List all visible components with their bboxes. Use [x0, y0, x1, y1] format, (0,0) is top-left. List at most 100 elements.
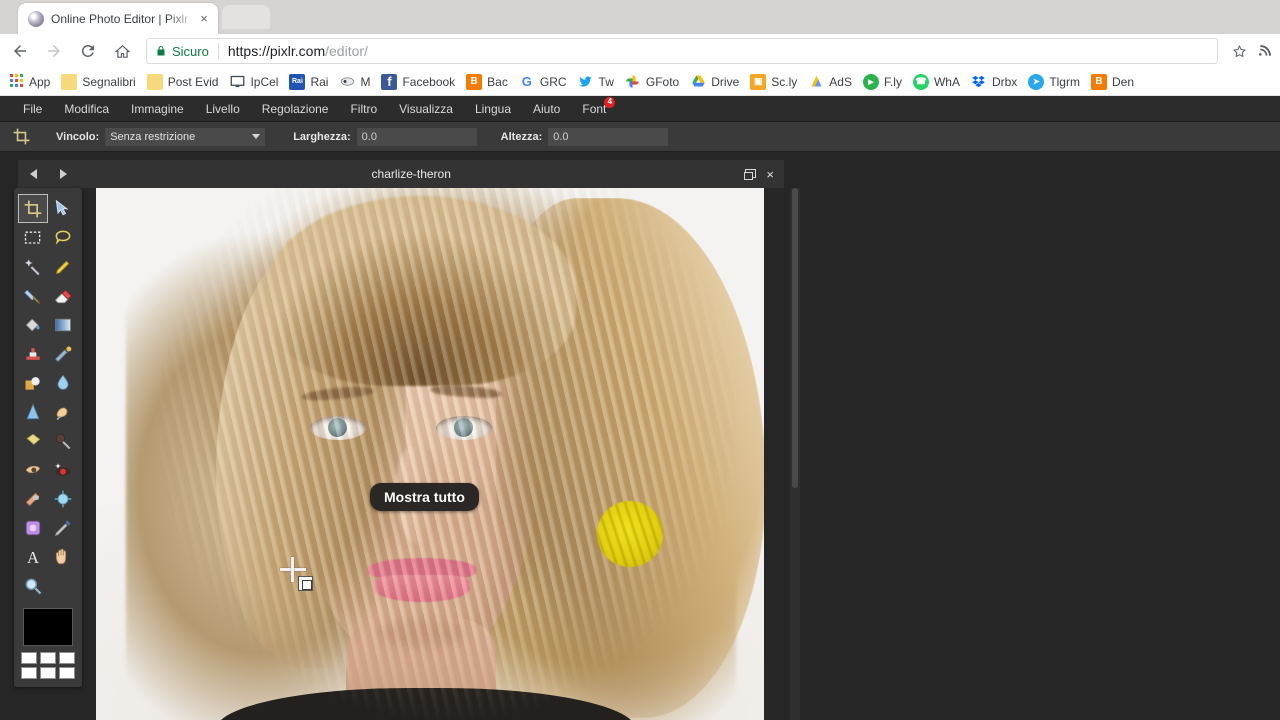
recent-color-4[interactable] — [21, 667, 37, 679]
bookmark-item-bac[interactable]: B Bac — [466, 73, 508, 90]
address-bar[interactable]: Sicuro https://pixlr.com/editor/ — [146, 38, 1218, 64]
menu-item-file[interactable]: File — [12, 96, 53, 122]
smudge-tool[interactable] — [48, 397, 78, 426]
primary-color-swatch[interactable] — [23, 608, 73, 646]
sharpen-tool[interactable] — [18, 397, 48, 426]
constraint-select[interactable]: Senza restrizione — [105, 127, 266, 146]
recent-color-3[interactable] — [59, 652, 75, 664]
move-tool[interactable] — [48, 194, 78, 223]
menu-item-filtro[interactable]: Filtro — [339, 96, 388, 122]
close-document-icon[interactable]: × — [766, 168, 774, 181]
blur-tool[interactable] — [48, 368, 78, 397]
bookmark-item-grc[interactable]: G GRC — [519, 74, 567, 90]
home-icon[interactable] — [108, 37, 136, 65]
bookmark-item-tw[interactable]: Tw — [578, 74, 614, 90]
menu-item-label: Livello — [205, 101, 240, 116]
menu-item-label: Filtro — [350, 101, 378, 116]
bloat-tool[interactable] — [48, 484, 78, 513]
facebook-icon: f — [381, 73, 398, 90]
menu-item-lingua[interactable]: Lingua — [464, 96, 522, 122]
recent-color-1[interactable] — [21, 652, 37, 664]
crop-tool[interactable] — [18, 194, 48, 223]
width-input[interactable]: 0.0 — [356, 127, 477, 146]
bookmark-label: Tlgrm — [1049, 74, 1080, 89]
bookmark-star-icon[interactable] — [1226, 38, 1252, 64]
menu-item-label: File — [23, 101, 43, 116]
scrollbar-thumb[interactable] — [792, 188, 798, 488]
prev-document-icon[interactable] — [29, 169, 37, 179]
bookmark-item-wha[interactable]: ☎ WhA — [912, 73, 960, 90]
red-eye-tool[interactable] — [48, 455, 78, 484]
bookmark-item-ads[interactable]: AdS — [808, 74, 852, 90]
menu-item-livello[interactable]: Livello — [195, 96, 251, 122]
constraint-label: Vincolo: — [56, 130, 100, 143]
height-input[interactable]: 0.0 — [548, 127, 669, 146]
gradient-tool[interactable] — [48, 310, 78, 339]
lasso-select-tool[interactable] — [48, 223, 78, 252]
recent-color-6[interactable] — [59, 667, 75, 679]
bookmark-item-den[interactable]: B Den — [1090, 73, 1134, 90]
bookmark-item-f-ly[interactable]: ▶ F.ly — [862, 73, 902, 90]
bookmark-item-app[interactable]: App — [8, 73, 50, 90]
pixlr-workspace: charlize-theron × Mostra tutto A — [0, 152, 1280, 720]
pinch-tool[interactable] — [18, 513, 48, 542]
bookmark-item-gfoto[interactable]: GFoto — [625, 74, 679, 90]
pencil-tool[interactable] — [48, 252, 78, 281]
menu-item-regolazione[interactable]: Regolazione — [251, 96, 340, 122]
bookmark-item-drive[interactable]: Drive — [690, 74, 739, 90]
drawing-tool[interactable] — [48, 339, 78, 368]
new-tab-button[interactable] — [222, 5, 270, 29]
crop-tool-icon — [8, 125, 34, 149]
back-arrow-icon[interactable] — [6, 37, 34, 65]
bookmark-item-ipcel[interactable]: IpCel — [229, 74, 278, 90]
bookmark-item-post-evid[interactable]: Post Evid — [146, 73, 218, 90]
bookmark-item-tlgrm[interactable]: ➤ Tlgrm — [1028, 73, 1080, 90]
crop-cursor — [280, 554, 314, 594]
bookmark-item-sc-ly[interactable]: ▣ Sc.ly — [750, 73, 797, 90]
brush-tool[interactable] — [18, 281, 48, 310]
type-tool[interactable]: A — [18, 542, 48, 571]
replace-color-tool[interactable] — [18, 368, 48, 397]
bookmark-item-drbx[interactable]: Drbx — [971, 74, 1017, 90]
pixlr-editor: File Modifica Immagine Livello Regolazione Fi… — [0, 96, 1280, 720]
paint-bucket-tool[interactable] — [18, 310, 48, 339]
reload-icon[interactable] — [74, 37, 102, 65]
canvas-vertical-scrollbar[interactable] — [790, 188, 800, 720]
blogger-icon: B — [1090, 73, 1107, 90]
mail-icon — [339, 74, 355, 90]
dodge-tool[interactable] — [48, 426, 78, 455]
marquee-select-tool[interactable] — [18, 223, 48, 252]
forward-arrow-icon[interactable] — [40, 37, 68, 65]
browser-tab[interactable]: Online Photo Editor | Pixlr × — [18, 3, 218, 34]
restore-window-icon[interactable] — [744, 168, 757, 180]
eraser-tool[interactable] — [48, 281, 78, 310]
bookmark-item-rai[interactable]: Rai Rai — [289, 73, 328, 90]
spot-heal-tool[interactable] — [18, 484, 48, 513]
burn-tool[interactable] — [18, 455, 48, 484]
menu-item-visualizza[interactable]: Visualizza — [388, 96, 464, 122]
bookmark-item-facebook[interactable]: f Facebook — [381, 73, 455, 90]
menu-item-font[interactable]: Font 4 — [571, 96, 617, 122]
menu-item-modifica[interactable]: Modifica — [53, 96, 120, 122]
image-canvas[interactable]: Mostra tutto — [96, 188, 764, 720]
sponge-tool[interactable] — [18, 426, 48, 455]
bookmark-label: IpCel — [250, 74, 279, 89]
menu-item-aiuto[interactable]: Aiuto — [522, 96, 571, 122]
bookmark-item-segnalibri[interactable]: Segnalibri — [61, 73, 136, 90]
clone-stamp-tool[interactable] — [18, 339, 48, 368]
menu-item-immagine[interactable]: Immagine — [120, 96, 195, 122]
security-status-label: Sicuro — [172, 43, 209, 59]
recent-color-2[interactable] — [40, 652, 56, 664]
bookmark-item-m[interactable]: M — [339, 74, 370, 90]
next-document-icon[interactable] — [59, 169, 67, 179]
color-picker-tool[interactable] — [48, 513, 78, 542]
close-icon[interactable]: × — [196, 11, 212, 27]
recent-color-5[interactable] — [40, 667, 56, 679]
extension-icon[interactable] — [1252, 38, 1278, 64]
bookmark-label: Bac — [487, 74, 508, 89]
hand-tool[interactable] — [48, 542, 78, 571]
bookmark-label: WhA — [933, 74, 960, 89]
show-all-tooltip: Mostra tutto — [370, 483, 479, 511]
zoom-tool[interactable] — [18, 571, 48, 600]
magic-wand-tool[interactable] — [18, 252, 48, 281]
